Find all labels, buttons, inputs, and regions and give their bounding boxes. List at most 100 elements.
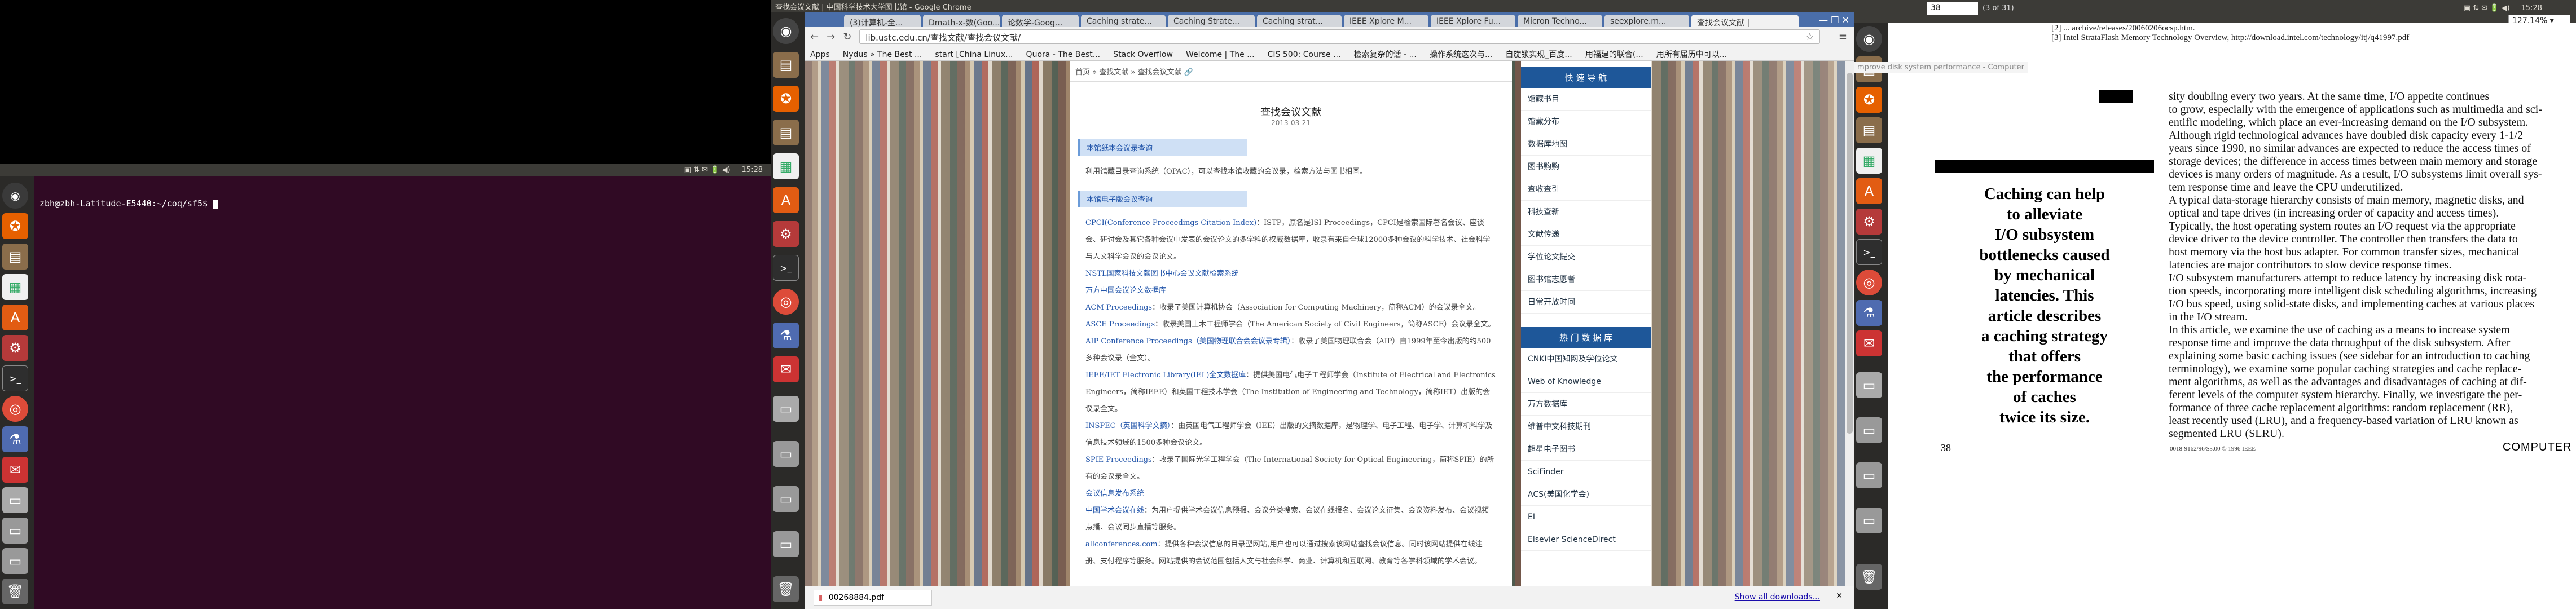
database-item[interactable]: Elsevier ScienceDirect <box>1521 528 1651 551</box>
tab[interactable]: (3)计算机-全... <box>844 15 921 27</box>
breadcrumb-find[interactable]: 查找文献 <box>1099 68 1128 77</box>
bookmark[interactable]: 检索复杂的话 - ... <box>1354 48 1417 60</box>
files-icon[interactable]: ▤ <box>1856 117 1882 143</box>
disk-icon[interactable]: ▭ <box>1856 508 1882 533</box>
scrollbar-thumb[interactable] <box>1847 73 1853 434</box>
quick-nav-item[interactable]: 数据库地图 <box>1521 133 1651 156</box>
disk-icon[interactable]: ▭ <box>773 486 799 512</box>
font-icon[interactable]: A <box>2 304 28 330</box>
entry-link[interactable]: IEEE/IET Electronic Library(IEL)全文数据库 <box>1085 371 1246 379</box>
scrollbar[interactable] <box>1845 61 1854 586</box>
quick-nav-item[interactable]: 馆藏书目 <box>1521 88 1651 111</box>
disk-icon[interactable]: ▭ <box>1856 462 1882 488</box>
disk-icon[interactable]: ▭ <box>2 548 28 574</box>
quick-nav-item[interactable]: 科技查新 <box>1521 201 1651 223</box>
chrome-icon[interactable]: ◎ <box>1856 270 1882 295</box>
bookmark[interactable]: CIS 500: Course ... <box>1268 50 1341 59</box>
bookmark[interactable]: 用福建的联合(... <box>1585 48 1643 60</box>
chrome-icon[interactable]: ◎ <box>773 289 799 315</box>
tab[interactable]: Micron Techno... <box>1518 15 1602 27</box>
trash-icon[interactable]: 🗑 <box>2 579 28 604</box>
libreoffice-icon[interactable]: ▦ <box>2 274 28 300</box>
database-item[interactable]: SciFinder <box>1521 461 1651 483</box>
entry-link[interactable]: 万方中国会议论文数据库 <box>1085 286 1166 295</box>
database-item[interactable]: 维普中文科技期刊 <box>1521 416 1651 438</box>
settings-icon[interactable]: ⚙ <box>773 221 799 247</box>
tab[interactable]: Caching strat... <box>1257 15 1342 27</box>
bookmark[interactable]: 自旋锁实现_百度... <box>1505 48 1572 60</box>
breadcrumb-home[interactable]: 首页 <box>1075 68 1090 77</box>
terminal-icon[interactable]: >_ <box>1856 239 1882 265</box>
panel-clock[interactable]: 15:28 <box>742 166 763 174</box>
quick-nav-item[interactable]: 馆藏分布 <box>1521 111 1651 133</box>
quick-nav-item[interactable]: 日常开放时间 <box>1521 291 1651 314</box>
settings-icon[interactable]: ⚙ <box>2 335 28 361</box>
window-controls[interactable]: — ❐ ✕ <box>1819 15 1849 25</box>
tab[interactable]: IEEE Xplore Fu... <box>1431 15 1515 27</box>
entry-link[interactable]: 会议信息发布系统 <box>1085 489 1144 498</box>
flask-icon[interactable]: ⚗ <box>2 426 28 452</box>
disk-icon[interactable]: ▭ <box>773 441 799 467</box>
database-item[interactable]: 万方数据库 <box>1521 393 1651 416</box>
database-item[interactable]: Web of Knowledge <box>1521 370 1651 393</box>
database-item[interactable]: EI <box>1521 506 1651 528</box>
trash-icon[interactable]: 🗑 <box>773 576 799 602</box>
bookmark[interactable]: Quora - The Best... <box>1026 50 1101 59</box>
terminal-icon[interactable]: >_ <box>2 365 28 391</box>
panel-icons[interactable]: ▣ ⇅ ✉ 🔋 ◀) <box>2464 2 2510 15</box>
entry-link[interactable]: AIP Conference Proceedings（美国物理联合会会议录专辑） <box>1085 337 1291 346</box>
entry-link[interactable]: allconferences.com <box>1085 540 1158 549</box>
close-icon[interactable]: ✕ <box>1836 592 1843 601</box>
bookmark[interactable]: Nydus » The Best ... <box>843 50 922 59</box>
firefox-icon[interactable]: ✪ <box>2 213 28 239</box>
entry-link[interactable]: CPCI(Conference Proceedings Citation Ind… <box>1085 219 1256 227</box>
firefox-icon[interactable]: ✪ <box>773 86 799 112</box>
database-item[interactable]: CNKI中国知网及学位论文 <box>1521 348 1651 370</box>
font-icon[interactable]: A <box>1856 178 1882 204</box>
quick-nav-item[interactable]: 文献传递 <box>1521 223 1651 246</box>
email-icon[interactable]: ✉ <box>773 356 799 382</box>
quick-nav-item[interactable]: 图书购购 <box>1521 156 1651 178</box>
entry-link[interactable]: SPIE Proceedings <box>1085 456 1152 464</box>
ubuntu-icon[interactable]: ◉ <box>1856 26 1882 52</box>
quick-nav-item[interactable]: 图书馆志愿者 <box>1521 268 1651 291</box>
ubuntu-icon[interactable]: ◉ <box>2 183 28 209</box>
star-icon[interactable]: ☆ <box>1805 31 1814 43</box>
show-all-downloads[interactable]: Show all downloads... <box>1735 593 1820 602</box>
bookmark[interactable]: 用所有届历中可以... <box>1656 48 1727 60</box>
forward-icon[interactable]: → <box>827 31 835 43</box>
tab-active[interactable]: 查找会议文献 | <box>1691 15 1799 27</box>
url-bar[interactable]: lib.ustc.edu.cn/查找文献/查找会议文献/ <box>859 29 1820 44</box>
email-icon[interactable]: ✉ <box>1856 330 1882 356</box>
flask-icon[interactable]: ⚗ <box>1856 300 1882 326</box>
drive-icon[interactable]: ▭ <box>2 487 28 513</box>
files-icon[interactable]: ▤ <box>773 52 799 78</box>
link-icon[interactable]: 🔗 <box>1184 68 1193 77</box>
files-icon[interactable]: ▤ <box>773 120 799 145</box>
back-icon[interactable]: ← <box>810 31 819 43</box>
menu-icon[interactable]: ≡ <box>1839 31 1847 43</box>
bookmark[interactable]: Apps <box>810 50 830 59</box>
terminal-window[interactable]: zbh@zbh-Latitude-E5440:~/coq/sf5$ <box>34 176 771 609</box>
chrome-icon[interactable]: ◎ <box>2 396 28 422</box>
disk-icon[interactable]: ▭ <box>2 518 28 544</box>
ubuntu-icon[interactable]: ◉ <box>773 18 799 44</box>
terminal-icon[interactable]: >_ <box>773 255 799 281</box>
files-icon[interactable]: ▤ <box>2 244 28 270</box>
drive-icon[interactable]: ▭ <box>773 396 799 422</box>
tab[interactable]: IEEE Xplore M... <box>1344 15 1428 27</box>
bookmark[interactable]: Stack Overflow <box>1113 50 1173 59</box>
settings-icon[interactable]: ⚙ <box>1856 209 1882 235</box>
firefox-icon[interactable]: ✪ <box>1856 87 1882 113</box>
email-icon[interactable]: ✉ <box>2 457 28 483</box>
disk-icon[interactable]: ▭ <box>1856 417 1882 443</box>
tab[interactable]: 论数学-Goog... <box>1002 15 1079 27</box>
libreoffice-icon[interactable]: ▦ <box>773 153 799 179</box>
entry-link[interactable]: ACM Proceedings <box>1085 303 1152 312</box>
entry-link[interactable]: 中国学术会议在线 <box>1085 506 1144 515</box>
disk-icon[interactable]: ▭ <box>773 531 799 557</box>
bookmark[interactable]: Welcome | The ... <box>1186 50 1255 59</box>
font-icon[interactable]: A <box>773 187 799 213</box>
entry-link[interactable]: ASCE Proceedings <box>1085 320 1155 329</box>
entry-link[interactable]: INSPEC（英国科学文摘） <box>1085 422 1171 430</box>
